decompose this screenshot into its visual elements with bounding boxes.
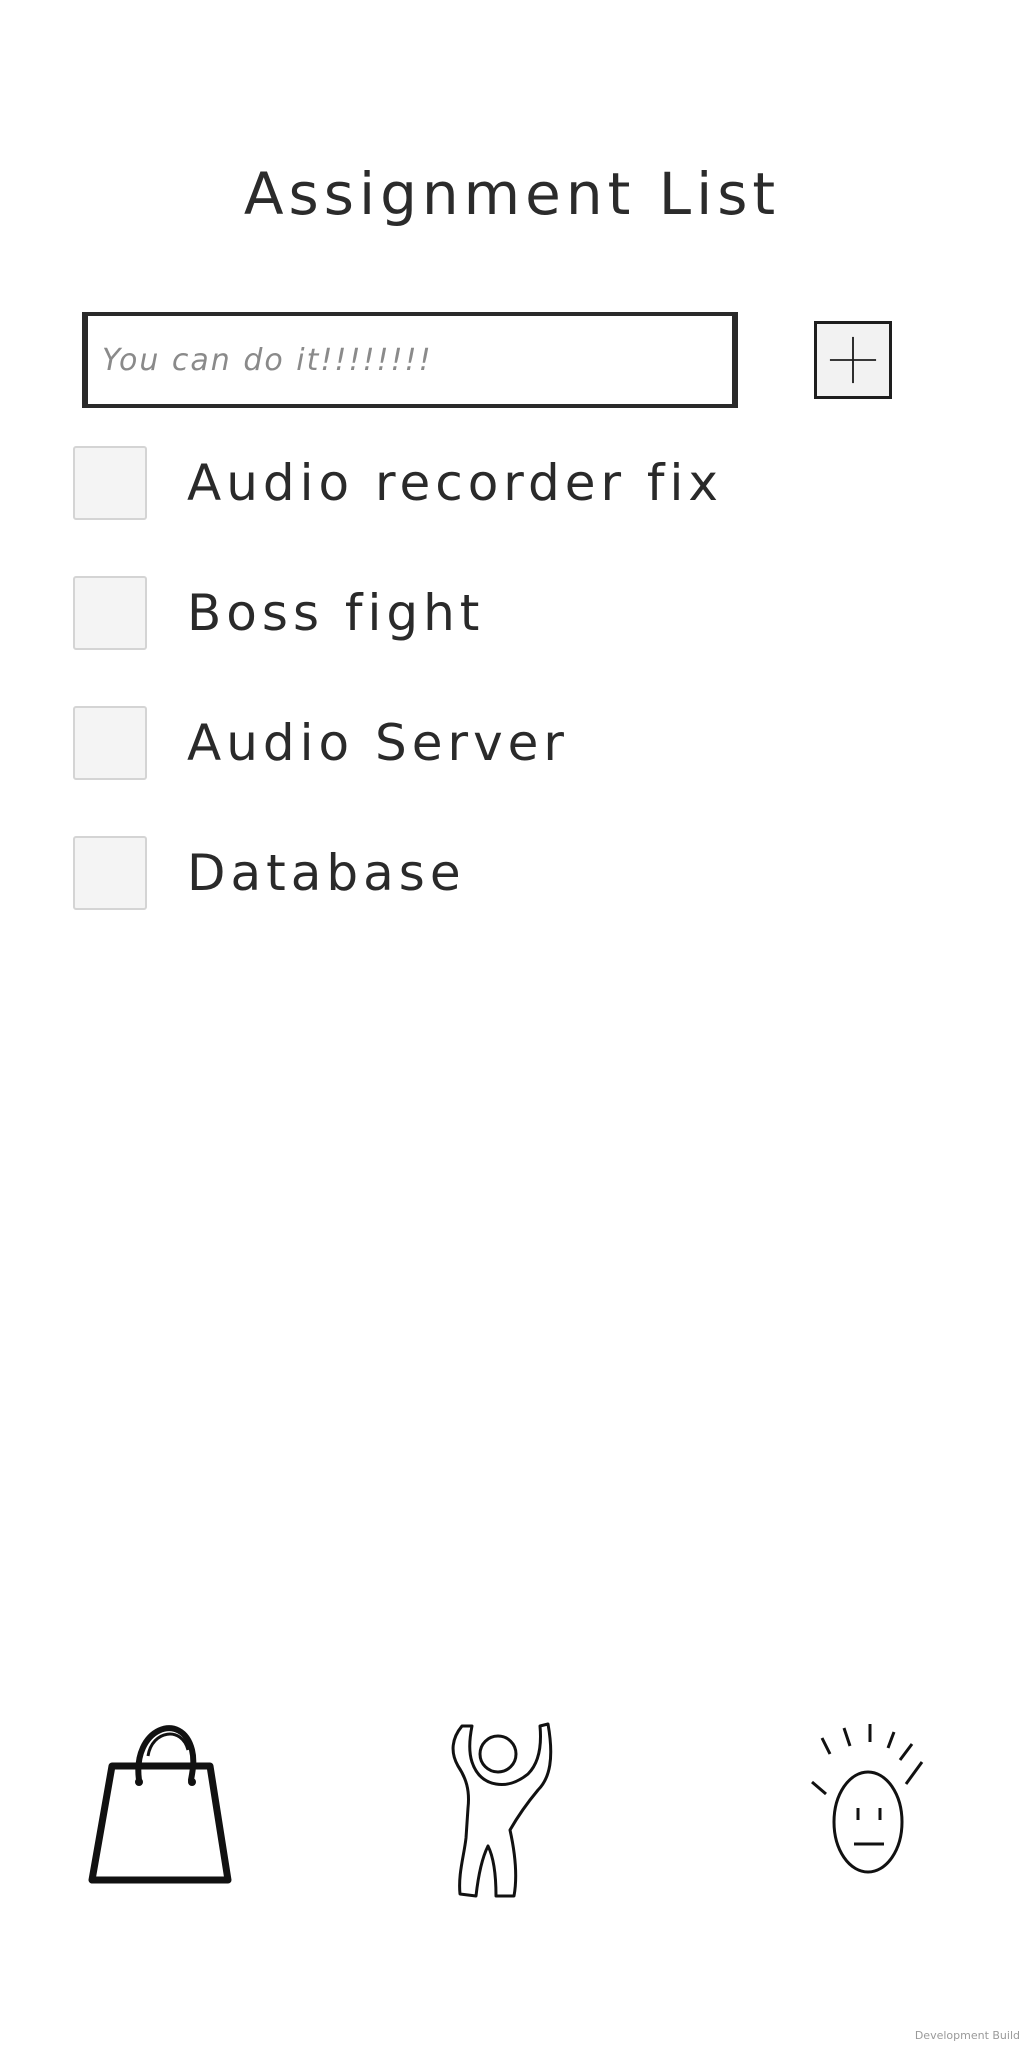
task-item: Boss fight: [73, 576, 973, 650]
task-checkbox[interactable]: [73, 836, 147, 910]
task-item: Audio recorder fix: [73, 446, 973, 520]
add-task-button[interactable]: [814, 321, 892, 399]
task-item: Audio Server: [73, 706, 973, 780]
task-checkbox[interactable]: [73, 446, 147, 520]
task-checkbox[interactable]: [73, 706, 147, 780]
task-label: Boss fight: [187, 584, 485, 642]
dancing-person-icon[interactable]: [448, 1718, 558, 1898]
new-task-input[interactable]: [88, 316, 732, 404]
task-item: Database: [73, 836, 973, 910]
task-label: Database: [187, 844, 466, 902]
new-task-input-box[interactable]: [82, 312, 738, 408]
face-icon[interactable]: [808, 1722, 938, 1892]
plus-icon: [829, 336, 877, 384]
development-build-label: Development Build: [914, 2029, 1020, 2042]
page-title: Assignment List: [243, 160, 781, 228]
task-label: Audio recorder fix: [187, 454, 724, 512]
task-checkbox[interactable]: [73, 576, 147, 650]
task-label: Audio Server: [187, 714, 569, 772]
shopping-bag-icon[interactable]: [82, 1710, 238, 1890]
